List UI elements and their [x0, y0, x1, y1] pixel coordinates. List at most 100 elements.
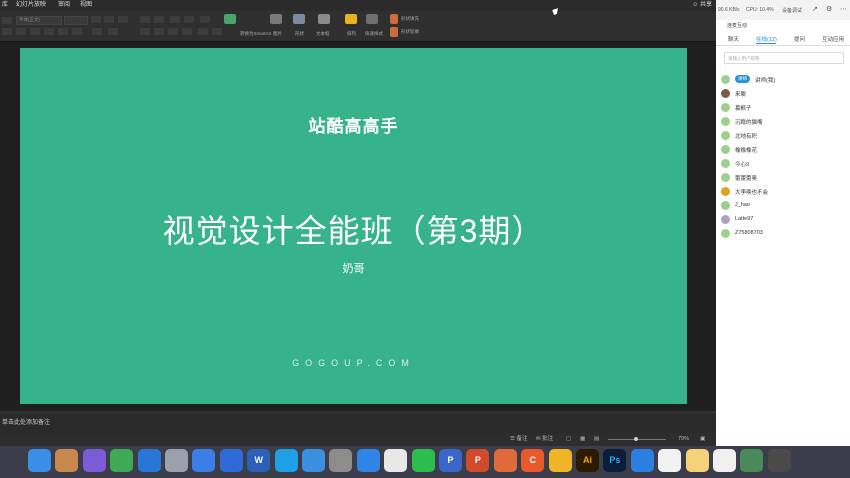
align-right-icon[interactable] — [168, 28, 178, 35]
menu-item-view[interactable]: 视图 — [80, 0, 92, 11]
notes-toggle[interactable]: ☰ 备注 — [510, 433, 527, 446]
tab-online[interactable]: 在线(12) — [756, 35, 777, 43]
notes-placeholder: 单击此处添加备注 — [2, 420, 51, 426]
justify-icon[interactable] — [182, 28, 192, 35]
system-preferences-icon[interactable] — [329, 449, 353, 472]
text-direction-icon[interactable] — [198, 28, 208, 35]
rocket-icon[interactable] — [165, 449, 188, 472]
photos-icon[interactable] — [658, 449, 682, 472]
font-size-select[interactable] — [64, 16, 88, 25]
comments-toggle[interactable]: ✉ 批注 — [536, 433, 553, 446]
zoom-level[interactable]: 79% — [678, 433, 689, 446]
indent-less-icon[interactable] — [170, 16, 180, 23]
user-name: 来聊 — [735, 92, 747, 98]
pp-icon[interactable]: P — [439, 449, 462, 472]
indent-more-icon[interactable] — [184, 16, 194, 23]
list-item[interactable]: J_hao — [721, 200, 847, 212]
shapes-icon[interactable] — [293, 14, 305, 24]
chrome-icon[interactable] — [384, 449, 408, 472]
notes-icon[interactable] — [685, 449, 709, 472]
share-button[interactable]: ☺ 共享 — [692, 0, 712, 11]
word-icon[interactable]: W — [247, 449, 271, 472]
list-item[interactable]: 沉稳的猫嘴 — [721, 116, 847, 128]
normal-view-icon[interactable]: ▢ — [566, 433, 571, 446]
tab-apps[interactable]: 互动应用 — [822, 35, 844, 43]
image-viewer-icon[interactable] — [713, 449, 736, 472]
keynote-icon[interactable] — [219, 449, 243, 472]
settings-icon[interactable]: ⚙ — [826, 5, 832, 13]
cloud-icon[interactable] — [630, 449, 654, 472]
expand-icon[interactable]: ↗ — [812, 5, 818, 13]
strike-icon[interactable] — [58, 28, 68, 35]
underline-icon[interactable] — [44, 28, 54, 35]
picture-icon[interactable] — [270, 14, 282, 24]
baidu-icon[interactable] — [192, 449, 216, 472]
safari-icon[interactable] — [302, 449, 325, 472]
reset-icon[interactable] — [2, 28, 12, 35]
font-grow-icon[interactable] — [91, 16, 101, 23]
fit-slide-icon[interactable]: ▣ — [700, 433, 705, 446]
shape-outline-icon[interactable] — [390, 27, 398, 37]
list-item[interactable]: Latte97 — [721, 214, 847, 226]
bold-icon[interactable] — [16, 28, 26, 35]
align-center-icon[interactable] — [154, 28, 164, 35]
activity-monitor-icon[interactable] — [110, 449, 134, 472]
tab-questions[interactable]: 提问 — [794, 35, 805, 43]
menu-item-slideshow[interactable]: 幻灯片放映 — [16, 0, 46, 11]
lark-icon[interactable] — [356, 449, 380, 472]
list-item[interactable]: 来聊 — [721, 88, 847, 100]
list-item[interactable]: 今心9 — [721, 158, 847, 170]
superscript-icon[interactable] — [72, 28, 82, 35]
list-item[interactable]: 慕枫子 — [721, 102, 847, 114]
shape-fill-icon[interactable] — [390, 14, 398, 24]
baidu-netdisk-icon[interactable] — [137, 449, 161, 472]
sketch-icon[interactable] — [548, 449, 572, 472]
tab-chat[interactable]: 聊天 — [728, 35, 739, 43]
preview-icon[interactable] — [55, 449, 79, 472]
more-icon[interactable]: ⋯ — [840, 5, 847, 13]
textbox-icon[interactable] — [318, 14, 330, 24]
italic-icon[interactable] — [30, 28, 40, 35]
slide[interactable]: 站酷高高手 视觉设计全能班（第3期） 奶哥 GOGOUP.COM — [20, 48, 687, 404]
list-item[interactable]: 讲师 讲师(我) — [721, 74, 847, 86]
c-icon[interactable]: C — [521, 449, 545, 472]
qq-browser-icon[interactable] — [274, 449, 298, 472]
list-item[interactable]: 大李唤也不会 — [721, 186, 847, 198]
notes-pane[interactable]: 单击此处添加备注 — [0, 412, 716, 434]
highlight-icon[interactable] — [92, 28, 102, 35]
list-item[interactable]: 北地有积 — [721, 130, 847, 142]
quick-styles-icon[interactable] — [366, 14, 378, 24]
list-item[interactable]: Z75808703 — [721, 228, 847, 240]
list-item[interactable]: 橡橡橡花 — [721, 144, 847, 156]
columns-icon[interactable] — [200, 16, 210, 23]
arrange-icon[interactable] — [345, 14, 357, 24]
font-color-icon[interactable] — [108, 28, 118, 35]
sorter-view-icon[interactable]: ▦ — [580, 433, 585, 446]
zoom-slider-thumb[interactable] — [634, 437, 638, 441]
finder-icon[interactable] — [28, 449, 51, 472]
list-item[interactable]: 蕾蕾蕾奥 — [721, 172, 847, 184]
device-debug-button[interactable]: 设备调试 — [782, 7, 802, 14]
clear-format-icon[interactable] — [118, 16, 128, 23]
bullets-icon[interactable] — [140, 16, 150, 23]
trash-icon[interactable] — [767, 449, 791, 472]
user-search-input[interactable]: 请输入用户昵称 — [724, 52, 844, 64]
siri-icon[interactable] — [82, 449, 106, 472]
font-shrink-icon[interactable] — [104, 16, 114, 23]
terminal-icon[interactable] — [740, 449, 764, 472]
ps-icon[interactable]: Ps — [603, 449, 627, 472]
reading-view-icon[interactable]: ▤ — [594, 433, 599, 446]
smartart-icon[interactable] — [224, 14, 236, 24]
font-name-select[interactable]: 字体(正文) — [16, 16, 62, 25]
layout-icon[interactable] — [2, 17, 12, 24]
powerpoint-icon[interactable]: P — [466, 449, 490, 472]
align-text-icon[interactable] — [212, 28, 222, 35]
menu-item-review[interactable]: 审阅 — [58, 0, 70, 11]
live-interaction-label[interactable]: 连麦互动 — [727, 22, 747, 29]
wechat-icon[interactable] — [411, 449, 435, 472]
ai-icon[interactable]: Ai — [576, 449, 599, 472]
align-left-icon[interactable] — [140, 28, 150, 35]
numbering-icon[interactable] — [154, 16, 164, 23]
toast-icon[interactable] — [493, 449, 517, 472]
menu-item-library[interactable]: 库 — [2, 0, 8, 11]
